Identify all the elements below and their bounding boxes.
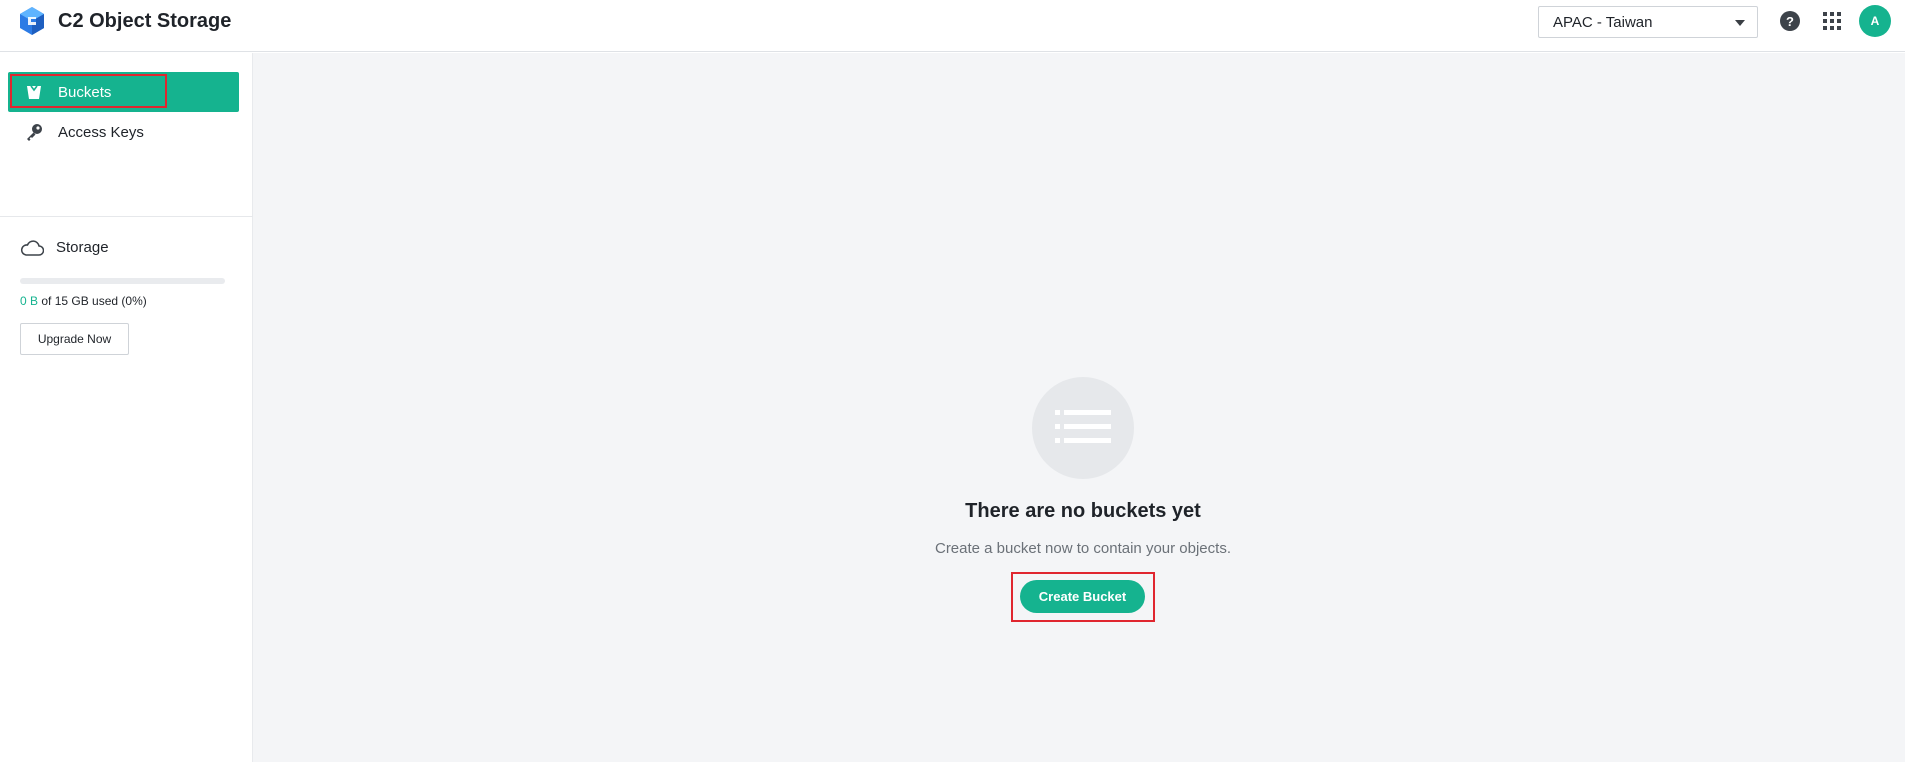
storage-used-value: 0 B — [20, 294, 39, 308]
key-icon — [24, 122, 44, 142]
storage-usage-text: 0 B of 15 GB used (0%) — [20, 294, 147, 308]
caret-down-icon — [1735, 20, 1745, 26]
c2-logo-icon — [20, 7, 44, 35]
empty-state-subtitle: Create a bucket now to contain your obje… — [934, 540, 1231, 557]
empty-state-title: There are no buckets yet — [965, 500, 1201, 522]
storage-usage-suffix: of 15 GB used (0%) — [38, 294, 147, 308]
storage-header: Storage — [20, 239, 109, 256]
sidebar-item-label: Access Keys — [58, 123, 144, 141]
bucket-icon — [24, 82, 44, 102]
user-avatar[interactable]: A — [1859, 5, 1891, 37]
sidebar: Buckets Access Keys Storage 0 B of 15 GB… — [0, 53, 253, 762]
sidebar-divider — [0, 216, 253, 217]
brand[interactable]: C2 Object Storage — [18, 6, 231, 36]
upgrade-now-button[interactable]: Upgrade Now — [20, 323, 129, 355]
sidebar-item-label: Buckets — [58, 83, 112, 101]
list-icon — [1055, 410, 1111, 443]
help-icon[interactable]: ? — [1780, 11, 1800, 31]
region-select[interactable]: APAC - Taiwan — [1538, 6, 1758, 38]
cloud-icon — [20, 239, 44, 256]
empty-state-illustration — [1032, 377, 1134, 479]
sidebar-item-access-keys[interactable]: Access Keys — [8, 112, 239, 152]
apps-grid-icon[interactable] — [1823, 12, 1841, 30]
app-title: C2 Object Storage — [58, 9, 232, 32]
region-selected-value: APAC - Taiwan — [1553, 13, 1653, 31]
storage-label: Storage — [56, 239, 109, 256]
top-bar: C2 Object Storage APAC - Taiwan ? A — [0, 0, 1905, 52]
create-bucket-button[interactable]: Create Bucket — [1020, 580, 1145, 613]
sidebar-item-buckets[interactable]: Buckets — [8, 72, 239, 112]
storage-progress-bar — [20, 278, 225, 284]
